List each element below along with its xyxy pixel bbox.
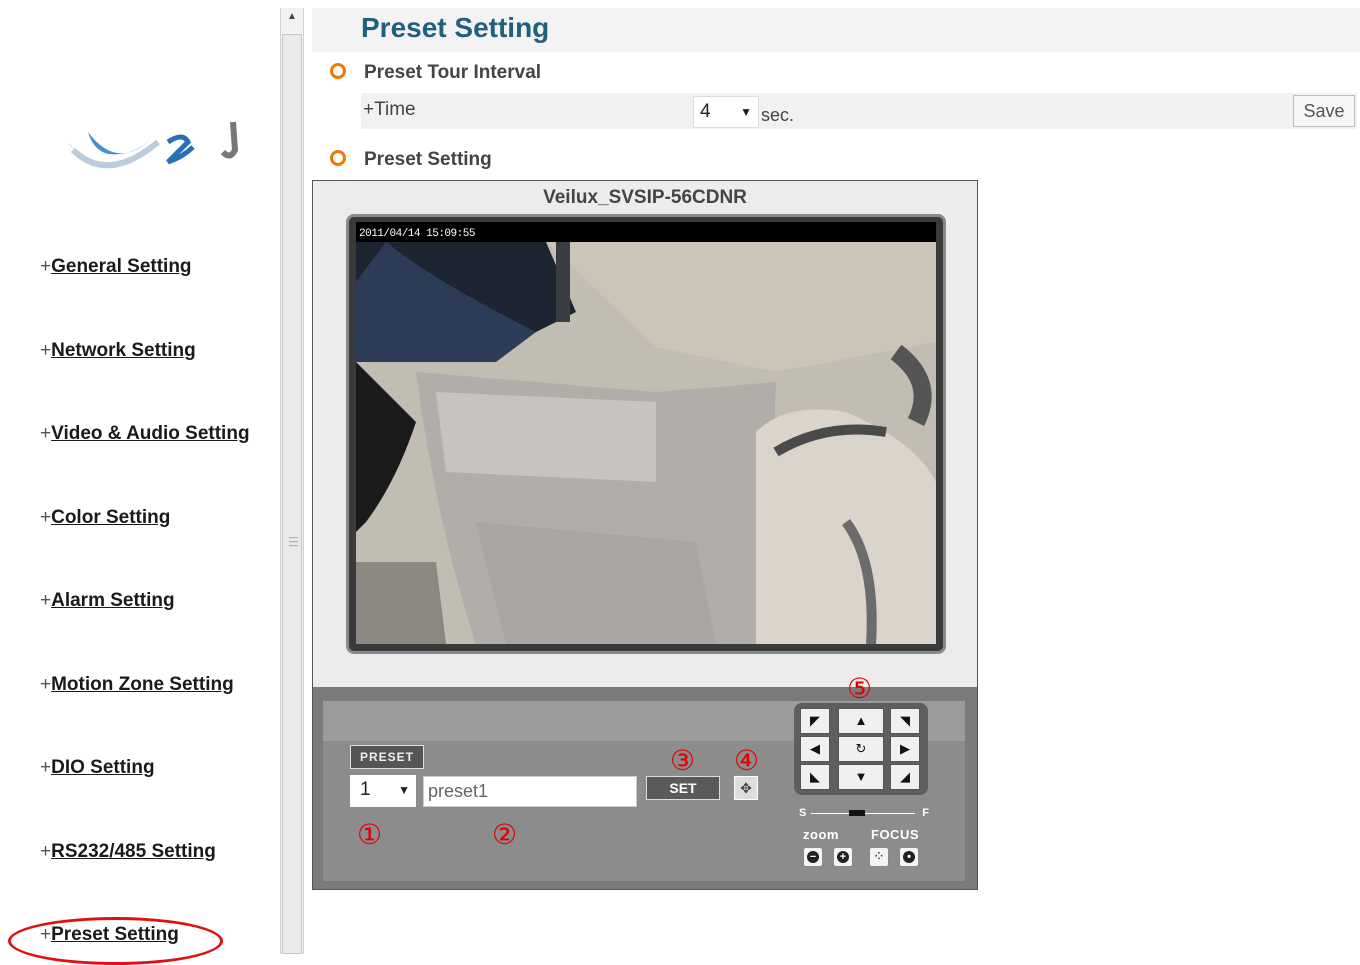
scroll-up-arrow-icon[interactable]: ▲ <box>281 8 303 30</box>
sidebar-link-motion-zone-setting[interactable]: Motion Zone Setting <box>51 674 234 695</box>
marker-1: ① <box>357 818 383 851</box>
bullet-icon <box>330 62 346 79</box>
sidebar-link-network-setting[interactable]: Network Setting <box>51 340 196 361</box>
save-button[interactable]: Save <box>1293 95 1355 127</box>
sidebar-link-color-setting[interactable]: Color Setting <box>51 507 170 528</box>
preset-name-input[interactable]: preset1 <box>423 776 637 807</box>
marker-4: ④ <box>734 744 760 777</box>
plus-icon: + <box>837 851 849 863</box>
preset-section-heading: Preset Setting <box>330 149 492 171</box>
sidebar-item-alarm[interactable]: +Alarm Setting <box>40 590 175 612</box>
sidebar-item-motion-zone[interactable]: +Motion Zone Setting <box>40 674 234 696</box>
preset-heading-text: Preset Setting <box>364 149 492 170</box>
tour-section-heading: Preset Tour Interval <box>330 62 541 84</box>
sidebar-item-network[interactable]: +Network Setting <box>40 340 196 362</box>
video-timestamp: 2011/04/14 15:09:55 <box>359 228 475 240</box>
camera-name: Veilux_SVSIP-56CDNR <box>543 187 747 208</box>
zoom-in-button[interactable]: + <box>833 847 853 867</box>
live-video: 2011/04/14 15:09:55 <box>356 222 936 644</box>
pan-up-left-icon[interactable]: ◤ <box>800 708 830 734</box>
marker-2: ② <box>492 818 518 851</box>
zoom-out-button[interactable]: − <box>803 847 823 867</box>
scroll-thumb[interactable]: ― ― ― <box>282 34 302 954</box>
dropdown-arrow-icon: ▼ <box>740 105 752 119</box>
pan-down-left-icon[interactable]: ◣ <box>800 764 830 790</box>
pan-down-right-icon[interactable]: ◢ <box>890 764 920 790</box>
dropdown-arrow-icon: ▼ <box>398 783 410 797</box>
video-frame-image <box>356 222 936 644</box>
ptz-control-pad: ◤ ▲ ◥ ◀ ↻ ▶ ◣ ▼ ◢ <box>794 703 928 795</box>
sidebar-link-video-audio-setting[interactable]: Video & Audio Setting <box>51 423 249 444</box>
camera-panel: Veilux_SVSIP-56CDNR 2011/04/14 15:09:55 <box>312 180 978 890</box>
seconds-unit-label: sec. <box>761 105 795 125</box>
page-title: Preset Setting <box>312 8 1360 52</box>
sidebar-link-general-setting[interactable]: General Setting <box>51 256 191 277</box>
marker-5: ⑤ <box>847 672 873 705</box>
time-interval-value: 4 <box>700 101 711 122</box>
slider-knob[interactable] <box>849 810 865 816</box>
video-frame: 2011/04/14 15:09:55 <box>346 214 946 654</box>
sidebar-link-alarm-setting[interactable]: Alarm Setting <box>51 590 175 611</box>
tour-heading-text: Preset Tour Interval <box>364 62 542 83</box>
fast-label: F <box>922 807 929 819</box>
focus-near-icon: ⁘ <box>873 851 885 863</box>
pan-left-icon[interactable]: ◀ <box>800 736 830 762</box>
sidebar: +General Setting +Network Setting +Video… <box>0 0 278 965</box>
highlight-ellipse <box>8 917 223 965</box>
pan-up-right-icon[interactable]: ◥ <box>890 708 920 734</box>
preset-number-select[interactable]: 1 ▼ <box>350 775 416 807</box>
minus-icon: − <box>807 851 819 863</box>
tilt-down-icon[interactable]: ▼ <box>838 764 884 790</box>
move-icon[interactable]: ✥ <box>734 776 758 800</box>
sidebar-item-dio[interactable]: +DIO Setting <box>40 757 155 779</box>
time-row: +Time 4 ▼ sec. Save <box>361 93 1357 129</box>
preset-tag-label: PRESET <box>350 745 424 769</box>
sidebar-item-rs232-485[interactable]: +RS232/485 Setting <box>40 841 216 863</box>
focus-label: FOCUS <box>871 827 919 842</box>
preset-number-value: 1 <box>360 779 371 800</box>
focus-far-icon: • <box>903 851 915 863</box>
zoom-label: zoom <box>803 827 839 842</box>
pan-right-icon[interactable]: ▶ <box>890 736 920 762</box>
sidebar-link-dio-setting[interactable]: DIO Setting <box>51 757 154 778</box>
slow-label: S <box>799 807 807 819</box>
time-interval-select[interactable]: 4 ▼ <box>693 96 759 128</box>
marker-3: ③ <box>670 744 696 777</box>
tilt-up-icon[interactable]: ▲ <box>838 708 884 734</box>
focus-far-button[interactable]: • <box>899 847 919 867</box>
company-logo <box>58 112 258 182</box>
sidebar-link-rs232-485-setting[interactable]: RS232/485 Setting <box>51 841 216 862</box>
frame-scrollbar[interactable]: ▲ ― ― ― <box>280 8 304 954</box>
set-button[interactable]: SET <box>646 776 720 800</box>
ptz-home-icon[interactable]: ↻ <box>838 736 884 762</box>
camera-control-bar: PRESET 1 ▼ preset1 SET ✥ ① ② ③ ④ ⑤ ◤ ▲ ◥… <box>313 675 977 889</box>
speed-slider[interactable]: S F <box>799 807 929 819</box>
time-label: +Time <box>363 99 416 120</box>
focus-near-button[interactable]: ⁘ <box>869 847 889 867</box>
main-content: Preset Setting Preset Tour Interval +Tim… <box>312 8 1360 954</box>
sidebar-item-color[interactable]: +Color Setting <box>40 507 170 529</box>
sidebar-item-general[interactable]: +General Setting <box>40 256 192 278</box>
bullet-icon <box>330 149 346 166</box>
sidebar-item-video-audio[interactable]: +Video & Audio Setting <box>40 423 250 445</box>
grip-icon: ― ― ― <box>289 532 298 550</box>
